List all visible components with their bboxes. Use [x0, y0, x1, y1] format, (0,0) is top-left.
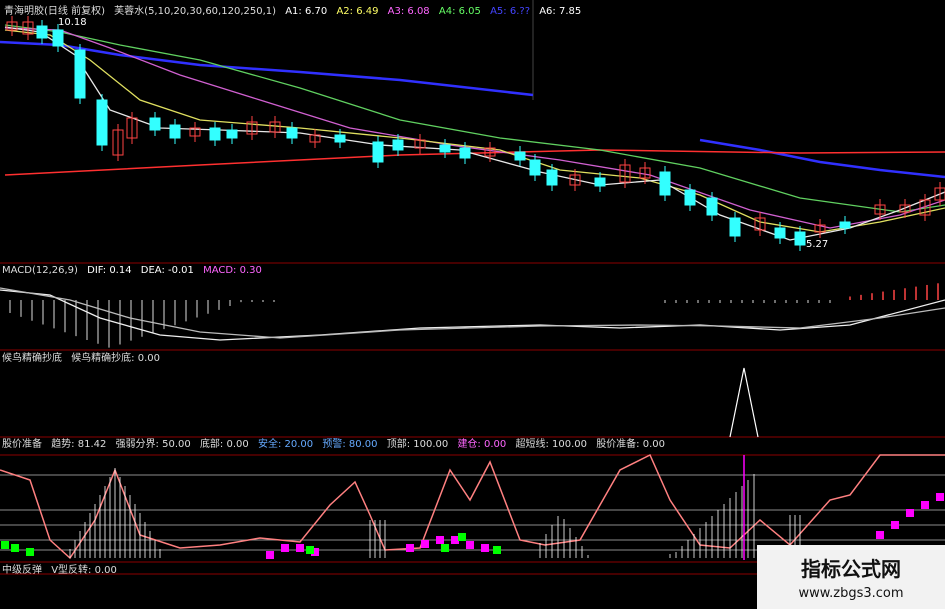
magenta-signal-block — [906, 509, 914, 517]
watermark: 指标公式网 www.zbgs3.com — [757, 545, 945, 609]
candlestick — [659, 171, 671, 196]
candlestick — [684, 189, 696, 206]
candlestick — [286, 127, 298, 139]
candlestick — [794, 231, 806, 246]
magenta-signal-block — [451, 536, 459, 544]
candlestick — [546, 169, 558, 186]
candlestick — [706, 197, 718, 216]
magenta-signal-block — [921, 501, 929, 509]
candlestick — [594, 177, 606, 187]
magenta-signal-block — [406, 544, 414, 552]
magenta-signal-block — [266, 551, 274, 559]
candlestick — [529, 159, 541, 176]
magenta-signal-block — [481, 544, 489, 552]
candlestick — [334, 134, 346, 143]
stock-chart-canvas[interactable] — [0, 0, 945, 609]
candlestick — [169, 124, 181, 139]
green-signal-block — [11, 544, 19, 552]
magenta-signal-block — [876, 531, 884, 539]
candlestick — [209, 127, 221, 141]
ma-green-line — [4, 24, 945, 213]
candlestick — [36, 25, 48, 39]
green-signal-block — [26, 548, 34, 556]
ma-yellow-line — [4, 29, 945, 233]
candlestick — [52, 29, 64, 47]
magenta-signal-block — [296, 544, 304, 552]
ma-blue-line-right — [699, 138, 945, 179]
bird-signal-line — [729, 367, 759, 438]
candlestick — [459, 147, 471, 159]
magenta-signal-block — [281, 544, 289, 552]
candlestick — [96, 99, 108, 146]
high-price-label: 10.18 — [58, 17, 87, 28]
candlestick — [729, 217, 741, 237]
candlestick — [372, 141, 384, 163]
watermark-title: 指标公式网 — [801, 557, 901, 581]
green-signal-block — [493, 546, 501, 554]
green-signal-block — [306, 546, 314, 554]
candlestick — [226, 129, 238, 139]
watermark-url: www.zbgs3.com — [798, 586, 904, 601]
green-signal-block — [1, 541, 9, 549]
low-price-label: 5.27 — [806, 239, 829, 250]
magenta-signal-block — [936, 493, 944, 501]
candlestick — [74, 49, 86, 99]
candlestick — [774, 227, 786, 239]
green-signal-block — [458, 533, 466, 541]
candlestick — [149, 117, 161, 131]
candlestick — [514, 151, 526, 161]
magenta-signal-block — [436, 536, 444, 544]
magenta-signal-block — [466, 541, 474, 549]
magenta-signal-block — [421, 540, 429, 548]
green-signal-block — [441, 544, 449, 552]
candlestick — [392, 139, 404, 151]
candlestick — [839, 221, 851, 229]
candlestick — [439, 144, 451, 153]
magenta-signal-block — [891, 521, 899, 529]
